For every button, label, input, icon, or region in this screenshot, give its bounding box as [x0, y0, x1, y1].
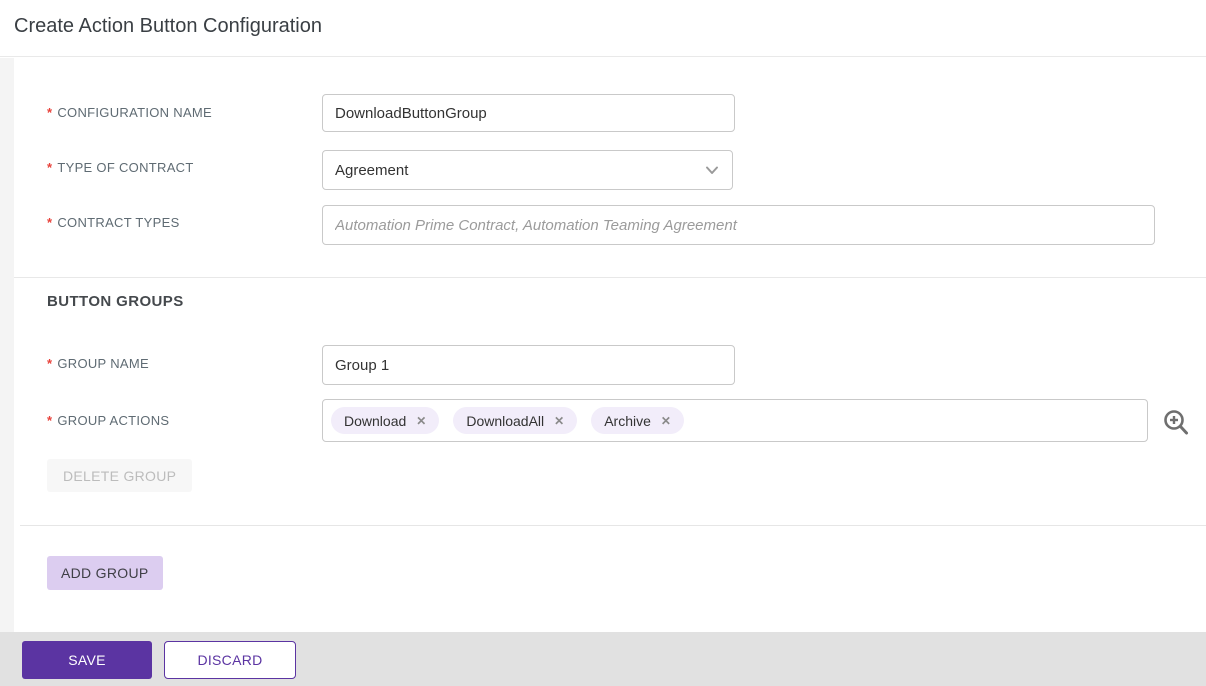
group-action-tag-label: DownloadAll	[466, 412, 545, 429]
group-action-tag: Archive ✕	[591, 407, 684, 434]
save-button[interactable]: SAVE	[22, 641, 152, 679]
group-name-label-text: GROUP NAME	[57, 356, 149, 371]
group-name-input[interactable]	[322, 345, 735, 385]
required-asterisk: *	[47, 356, 53, 371]
type-of-contract-label-text: TYPE OF CONTRACT	[57, 160, 194, 175]
discard-button[interactable]: DISCARD	[164, 641, 296, 679]
required-asterisk: *	[47, 105, 53, 120]
page-header: Create Action Button Configuration	[0, 0, 1206, 57]
button-groups-section-title: BUTTON GROUPS	[47, 293, 184, 310]
group-action-tag-label: Archive	[604, 412, 651, 429]
required-asterisk: *	[47, 160, 53, 175]
contract-types-input[interactable]	[322, 205, 1155, 245]
configuration-name-label: * CONFIGURATION NAME	[47, 105, 212, 120]
left-gutter	[0, 58, 14, 632]
create-action-button-configuration-page: Create Action Button Configuration * CONF…	[0, 0, 1206, 686]
tag-remove-icon[interactable]: ✕	[416, 415, 426, 427]
group-actions-label-text: GROUP ACTIONS	[57, 413, 170, 428]
type-of-contract-label: * TYPE OF CONTRACT	[47, 160, 194, 175]
delete-group-button[interactable]: DELETE GROUP	[47, 459, 193, 492]
type-of-contract-select[interactable]: Agreement	[322, 150, 733, 190]
tag-remove-icon[interactable]: ✕	[661, 415, 671, 427]
group-action-tag-label: Download	[344, 412, 407, 429]
group-name-label: * GROUP NAME	[47, 356, 149, 371]
add-group-button[interactable]: ADD GROUP	[47, 556, 163, 590]
group-action-tag: DownloadAll ✕	[453, 407, 578, 434]
type-of-contract-selected-value: Agreement	[335, 161, 409, 179]
zoom-in-icon[interactable]	[1161, 408, 1191, 438]
configuration-name-label-text: CONFIGURATION NAME	[57, 105, 213, 120]
chevron-down-icon	[704, 162, 720, 178]
required-asterisk: *	[47, 215, 53, 230]
page-title: Create Action Button Configuration	[14, 15, 322, 37]
group-actions-multiselect[interactable]: Download ✕ DownloadAll ✕ Archive ✕	[322, 399, 1148, 442]
group-actions-label: * GROUP ACTIONS	[47, 413, 169, 428]
section-divider	[14, 277, 1206, 278]
contract-types-label: * CONTRACT TYPES	[47, 215, 180, 230]
group-divider	[20, 525, 1206, 526]
contract-types-label-text: CONTRACT TYPES	[57, 215, 180, 230]
required-asterisk: *	[47, 413, 53, 428]
tag-remove-icon[interactable]: ✕	[554, 415, 564, 427]
configuration-name-input[interactable]	[322, 94, 735, 132]
group-action-tag: Download ✕	[331, 407, 440, 434]
